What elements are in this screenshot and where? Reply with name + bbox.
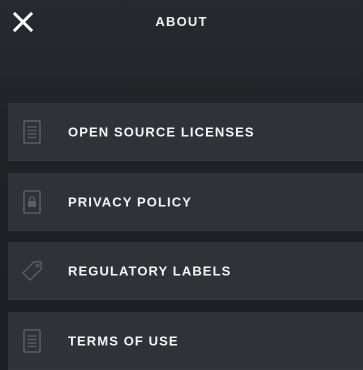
menu-item-label: TERMS OF USE <box>68 333 179 349</box>
menu-item-terms-of-use[interactable]: TERMS OF USE <box>8 312 363 370</box>
menu-item-privacy-policy[interactable]: PRIVACY POLICY <box>8 173 363 231</box>
document-icon <box>21 329 43 353</box>
page-title: ABOUT <box>155 14 208 29</box>
menu-item-label: REGULATORY LABELS <box>68 263 232 279</box>
header-bar: ABOUT <box>0 0 363 46</box>
lock-icon <box>21 190 43 214</box>
menu-item-regulatory-labels[interactable]: REGULATORY LABELS <box>8 242 363 300</box>
about-screen: ABOUT OPEN SOURCE LICENSES PRIVACY POLIC… <box>0 0 363 370</box>
menu-item-open-source-licenses[interactable]: OPEN SOURCE LICENSES <box>8 103 363 161</box>
tag-icon <box>21 259 43 283</box>
document-icon <box>21 120 43 144</box>
menu-item-label: PRIVACY POLICY <box>68 194 192 210</box>
menu-item-label: OPEN SOURCE LICENSES <box>68 124 255 140</box>
